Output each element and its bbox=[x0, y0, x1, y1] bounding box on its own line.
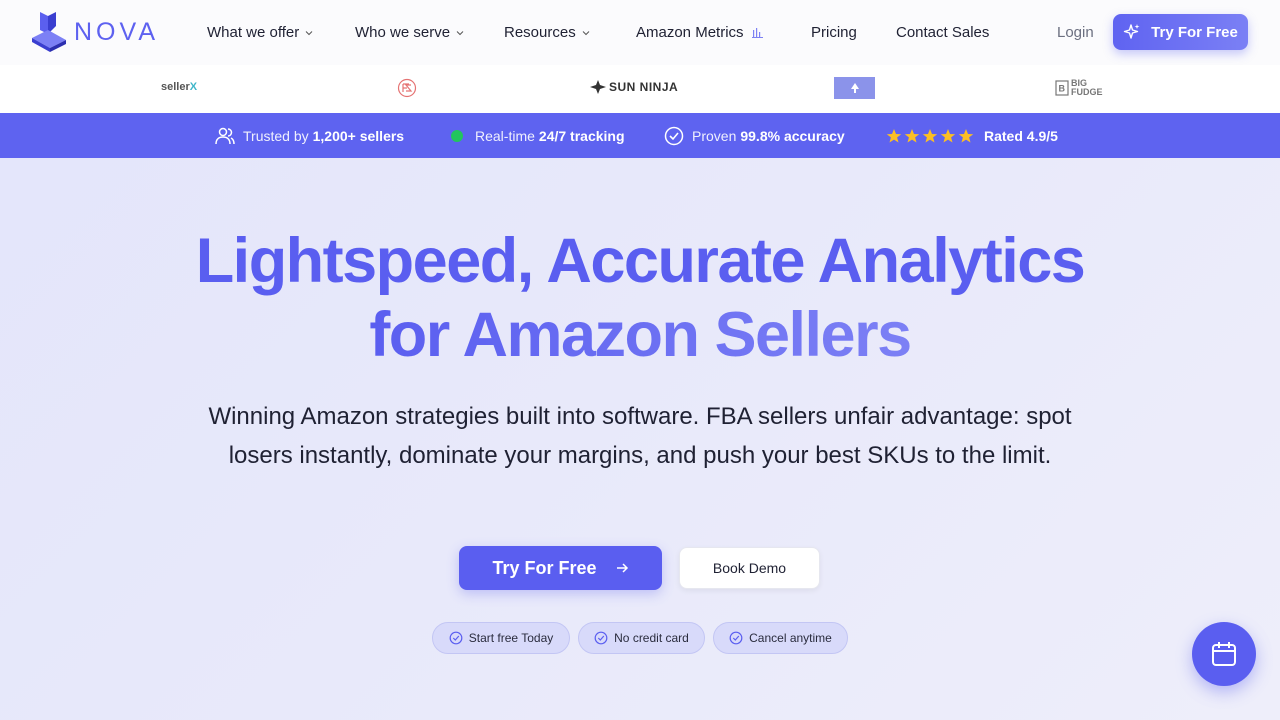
live-status-dot bbox=[451, 129, 463, 142]
nav-label: Contact Sales bbox=[896, 24, 990, 41]
brand-name: NOVA bbox=[74, 17, 159, 46]
tracking-value: 24/7 tracking bbox=[538, 127, 625, 144]
nav-amazon-metrics[interactable]: Amazon Metrics bbox=[636, 24, 763, 41]
nav-contact-sales[interactable]: Contact Sales bbox=[896, 24, 989, 41]
check-circle-icon bbox=[664, 126, 684, 145]
nav-pricing[interactable]: Pricing bbox=[811, 24, 857, 41]
star-icon bbox=[886, 128, 902, 142]
check-circle-icon bbox=[449, 631, 463, 645]
star-icon bbox=[904, 128, 920, 142]
star-rating bbox=[886, 128, 974, 144]
pill-label: No credit card bbox=[614, 631, 689, 645]
star-icon bbox=[922, 128, 938, 142]
pill-label: Cancel anytime bbox=[749, 631, 832, 645]
forestrong-icon bbox=[850, 83, 859, 93]
try-for-free-button[interactable]: Try For Free bbox=[459, 546, 662, 590]
book-demo-button[interactable]: Book Demo bbox=[679, 547, 820, 589]
check-circle-icon bbox=[594, 631, 608, 645]
accuracy-prefix: Proven bbox=[692, 127, 737, 144]
sellerx-suffix: X bbox=[189, 81, 198, 93]
top-nav: NOVA What we offer Who we serve Resource… bbox=[0, 0, 1280, 65]
rating-text: Rated 4.9/5 bbox=[984, 127, 1058, 144]
svg-text:B: B bbox=[1059, 84, 1066, 94]
sun-ninja-name: SUN NINJA bbox=[609, 80, 679, 94]
tracking-prefix: Real-time bbox=[475, 127, 535, 144]
hero-headline-line1: Lightspeed, Accurate Analytics bbox=[195, 226, 1086, 296]
nav-label: What we offer bbox=[207, 24, 300, 41]
chevron-down-icon bbox=[456, 30, 464, 35]
partner-logo-strip: seller X SUN NINJA B BIG FUDGE bbox=[0, 65, 1280, 113]
pill-cancel-anytime: Cancel anytime bbox=[713, 622, 848, 654]
arrow-right-icon bbox=[616, 563, 628, 573]
nova-logo[interactable]: NOVA bbox=[32, 12, 159, 52]
big-fudge-icon: B bbox=[1055, 80, 1069, 96]
nova-logo-icon bbox=[32, 12, 66, 52]
big-fudge-line2: FUDGE bbox=[1071, 87, 1103, 97]
trusted-value: 1,200+ sellers bbox=[312, 127, 405, 144]
nav-label: Pricing bbox=[811, 24, 857, 41]
users-icon bbox=[215, 127, 235, 144]
login-link[interactable]: Login bbox=[1057, 24, 1094, 41]
nav-who-we-serve[interactable]: Who we serve bbox=[355, 24, 464, 41]
try-for-free-label: Try For Free bbox=[1151, 23, 1238, 41]
nav-what-we-offer[interactable]: What we offer bbox=[207, 24, 313, 41]
try-for-free-nav-button[interactable]: Try For Free bbox=[1113, 14, 1248, 50]
chevron-down-icon bbox=[305, 30, 313, 35]
pill-no-credit-card: No credit card bbox=[578, 622, 705, 654]
sparkle-icon bbox=[1123, 24, 1140, 39]
nav-resources[interactable]: Resources bbox=[504, 24, 590, 41]
trusted-prefix: Trusted by bbox=[243, 127, 309, 144]
nav-label: Amazon Metrics bbox=[636, 24, 744, 41]
sellerx-name: seller bbox=[161, 81, 190, 93]
pill-label: Start free Today bbox=[468, 631, 554, 645]
trusted-by-item: Trusted by 1,200+ sellers bbox=[215, 113, 404, 158]
rating-item: Rated 4.9/5 bbox=[886, 113, 1058, 158]
accuracy-value: 99.8% accuracy bbox=[740, 127, 845, 144]
check-circle-icon bbox=[729, 631, 743, 645]
forestrong-logo bbox=[834, 77, 875, 99]
hero-subheadline: Winning Amazon strategies built into sof… bbox=[208, 403, 1072, 469]
hero-headline: Lightspeed, Accurate Analytics for Amazo… bbox=[0, 224, 1280, 372]
sellerx-logo: seller X bbox=[161, 81, 197, 93]
tracking-item: Real-time 24/7 tracking bbox=[451, 113, 625, 158]
hero-headline-line2: for Amazon Sellers bbox=[0, 298, 1280, 372]
trust-bar: Trusted by 1,200+ sellers Real-time 24/7… bbox=[0, 113, 1280, 158]
calendar-fab-button[interactable] bbox=[1192, 622, 1256, 686]
accuracy-item: Proven 99.8% accuracy bbox=[664, 113, 845, 158]
bar-chart-icon bbox=[751, 28, 763, 38]
hero-headline-line2-text: for Amazon Sellers bbox=[369, 300, 912, 370]
ninja-star-icon bbox=[590, 80, 606, 94]
pill-start-free: Start free Today bbox=[432, 622, 570, 654]
big-fudge-logo: B BIG FUDGE bbox=[1055, 79, 1103, 97]
star-icon bbox=[940, 128, 956, 142]
star-icon bbox=[958, 128, 974, 142]
nav-label: Resources bbox=[504, 24, 576, 41]
chevron-down-icon bbox=[582, 30, 590, 35]
fz-logo bbox=[397, 78, 417, 98]
try-for-free-label: Try For Free bbox=[492, 557, 597, 578]
sun-ninja-logo: SUN NINJA bbox=[590, 80, 678, 94]
nav-label: Who we serve bbox=[355, 24, 451, 41]
calendar-icon bbox=[1212, 642, 1236, 666]
